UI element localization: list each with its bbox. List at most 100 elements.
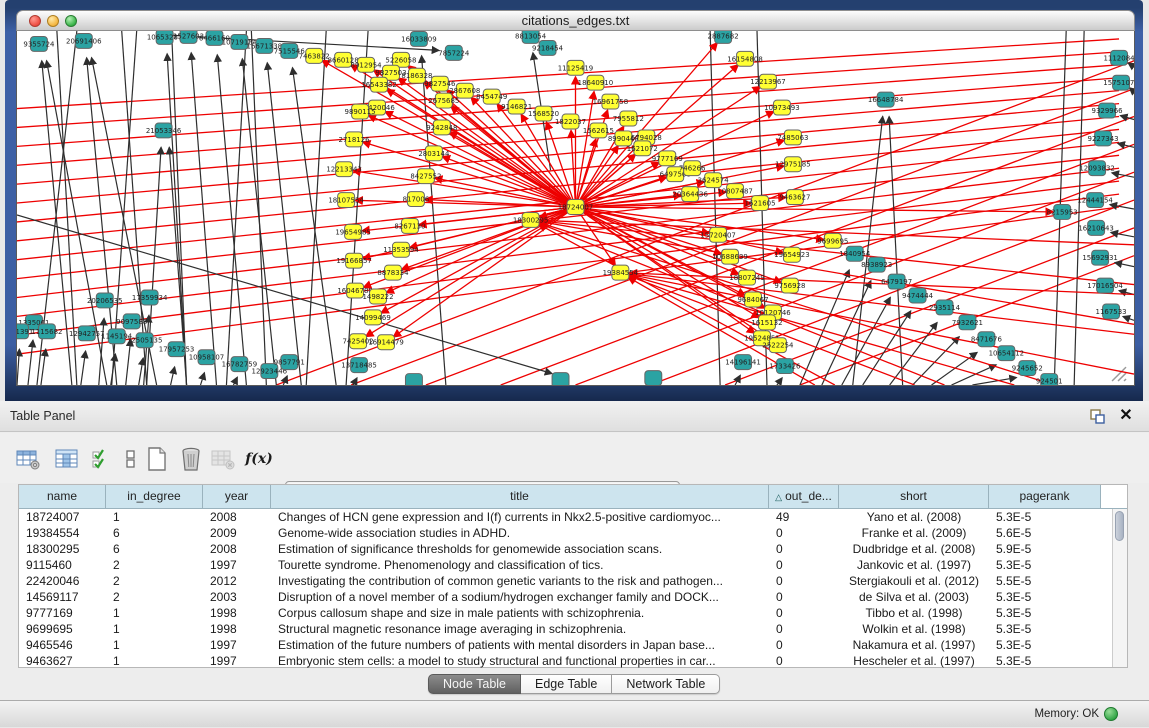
graph-edge[interactable]: [800, 270, 849, 385]
column-header-in-degree[interactable]: in_degree: [106, 485, 203, 509]
graph-edge[interactable]: [191, 53, 216, 385]
float-panel-icon[interactable]: [1088, 408, 1106, 425]
column-header-name[interactable]: name: [19, 485, 106, 509]
graph-edge[interactable]: [777, 378, 782, 385]
graph-edge[interactable]: [889, 117, 903, 385]
table-row[interactable]: 1456911722003Disruption of a novel membe…: [19, 589, 1127, 605]
table-cell[interactable]: Franke et al. (2009): [839, 525, 989, 541]
table-cell[interactable]: Structural magnetic resonance image aver…: [271, 621, 769, 637]
table-cell[interactable]: 5.3E-5: [989, 589, 1101, 605]
tab-edge-table[interactable]: Edge Table: [521, 674, 612, 694]
table-cell[interactable]: 0: [769, 573, 839, 589]
table-cell[interactable]: 14569117: [19, 589, 106, 605]
table-cell[interactable]: 2008: [203, 541, 271, 557]
table-cell[interactable]: 5.5E-5: [989, 573, 1101, 589]
graph-edge[interactable]: [17, 91, 1119, 184]
graph-edge[interactable]: [99, 318, 104, 385]
table-cell[interactable]: 9463627: [19, 653, 106, 669]
table-cell[interactable]: 6: [106, 541, 203, 557]
graph-node[interactable]: [552, 373, 569, 385]
table-cell[interactable]: 5.3E-5: [989, 509, 1101, 525]
table-row[interactable]: 946554611997Estimation of the future num…: [19, 637, 1127, 653]
table-cell[interactable]: 0: [769, 541, 839, 557]
graph-edge[interactable]: [126, 339, 131, 385]
column-header-year[interactable]: year: [203, 485, 271, 509]
table-cell[interactable]: 5.3E-5: [989, 605, 1101, 621]
column-header-short[interactable]: short: [839, 485, 989, 509]
memory-status-icon[interactable]: [1104, 707, 1118, 721]
table-cell[interactable]: Yano et al. (2008): [839, 509, 989, 525]
network-canvas[interactable]: 1872400774638228660128891295452260589827…: [16, 31, 1135, 386]
table-cell[interactable]: 5.3E-5: [989, 637, 1101, 653]
table-cell[interactable]: 0: [769, 653, 839, 669]
table-cell[interactable]: 18724007: [19, 509, 106, 525]
table-options-icon[interactable]: [14, 446, 44, 472]
table-cell[interactable]: 22420046: [19, 573, 106, 589]
graph-edge[interactable]: [17, 65, 1119, 147]
table-cell[interactable]: 2008: [203, 509, 271, 525]
table-cell[interactable]: 2012: [203, 573, 271, 589]
graph-node[interactable]: [645, 371, 662, 385]
graph-edge[interactable]: [201, 373, 205, 385]
column-header-out-degree[interactable]: △out_de...: [769, 485, 839, 509]
graph-edge[interactable]: [139, 358, 144, 385]
table-cell[interactable]: Disruption of a novel member of a sodium…: [271, 589, 769, 605]
table-cell[interactable]: 1: [106, 653, 203, 669]
graph-edge[interactable]: [81, 351, 86, 385]
column-header-pagerank[interactable]: pagerank: [989, 485, 1101, 509]
table-cell[interactable]: Investigating the contribution of common…: [271, 573, 769, 589]
network-window-titlebar[interactable]: citations_edges.txt: [16, 10, 1135, 31]
table-row[interactable]: 977716911998Corpus callosum shape and si…: [19, 605, 1127, 621]
graph-edge[interactable]: [1128, 63, 1134, 67]
delete-attribute-icon[interactable]: [176, 446, 206, 472]
table-row[interactable]: 1830029562008Estimation of significance …: [19, 541, 1127, 557]
table-cell[interactable]: 6: [106, 525, 203, 541]
tab-node-table[interactable]: Node Table: [428, 674, 521, 694]
graph-edge[interactable]: [932, 352, 978, 385]
table-cell[interactable]: 0: [769, 557, 839, 573]
graph-edge[interactable]: [167, 54, 186, 385]
table-cell[interactable]: Stergiakouli et al. (2012): [839, 573, 989, 589]
table-cell[interactable]: 1: [106, 621, 203, 637]
table-cell[interactable]: 0: [769, 525, 839, 541]
table-row[interactable]: 911546021997Tourette syndrome. Phenomeno…: [19, 557, 1127, 573]
table-cell[interactable]: Estimation of the future numbers of pati…: [271, 637, 769, 653]
table-cell[interactable]: 5.3E-5: [989, 653, 1101, 669]
table-cell[interactable]: 2003: [203, 589, 271, 605]
table-cell[interactable]: 2: [106, 573, 203, 589]
table-cell[interactable]: 5.3E-5: [989, 621, 1101, 637]
graph-edge[interactable]: [1111, 233, 1134, 237]
table-cell[interactable]: 0: [769, 589, 839, 605]
graph-edge[interactable]: [351, 89, 1134, 385]
table-cell[interactable]: 0: [769, 637, 839, 653]
table-row[interactable]: 946362711997Embryonic stem cells: a mode…: [19, 653, 1127, 669]
table-cell[interactable]: 9777169: [19, 605, 106, 621]
scrollbar-thumb[interactable]: [1115, 511, 1124, 541]
graph-edge[interactable]: [576, 207, 1054, 212]
graph-edge[interactable]: [41, 349, 46, 385]
table-cell[interactable]: 1997: [203, 637, 271, 653]
graph-edge[interactable]: [576, 172, 1135, 385]
table-row[interactable]: 1938455462009Genome-wide association stu…: [19, 525, 1127, 541]
graph-edge[interactable]: [28, 340, 33, 385]
table-cell[interactable]: 5.3E-5: [989, 557, 1101, 573]
network-graph[interactable]: 1872400774638228660128891295452260589827…: [17, 31, 1134, 385]
close-panel-icon[interactable]: ✕: [1117, 406, 1135, 426]
table-cell[interactable]: Hescheler et al. (1997): [839, 653, 989, 669]
table-cell[interactable]: 9115460: [19, 557, 106, 573]
create-table-icon[interactable]: [142, 446, 172, 472]
table-cell[interactable]: 1998: [203, 621, 271, 637]
table-cell[interactable]: Wolkin et al. (1998): [839, 621, 989, 637]
table-cell[interactable]: 0: [769, 621, 839, 637]
function-builder-icon[interactable]: f(x): [244, 446, 274, 472]
graph-edge[interactable]: [1115, 263, 1134, 267]
graph-edge[interactable]: [842, 297, 891, 385]
graph-node[interactable]: [405, 374, 422, 385]
graph-edge[interactable]: [17, 155, 1119, 278]
table-cell[interactable]: 5.6E-5: [989, 525, 1101, 541]
graph-edge[interactable]: [267, 63, 301, 385]
graph-edge[interactable]: [233, 377, 237, 385]
graph-edge[interactable]: [822, 281, 871, 385]
window-resize-grip[interactable]: [1112, 367, 1126, 381]
table-row[interactable]: 2242004622012Investigating the contribut…: [19, 573, 1127, 589]
